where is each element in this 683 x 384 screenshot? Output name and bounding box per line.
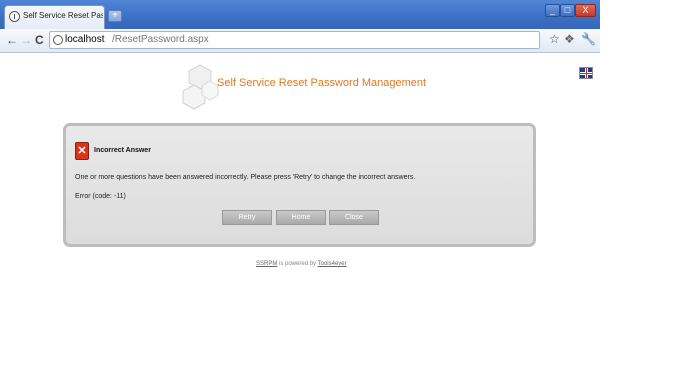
retry-button[interactable]: Retry [222, 210, 272, 225]
new-tab-button[interactable]: + [108, 10, 122, 22]
close-window-button[interactable]: X [575, 4, 596, 17]
page-icon [53, 35, 63, 45]
browser-tab[interactable]: Self Service Reset Password [4, 5, 105, 29]
error-icon: ✕ [75, 142, 89, 160]
tools4ever-link[interactable]: Tools4ever [318, 261, 347, 267]
logo-icon [182, 64, 219, 110]
forward-arrow-icon[interactable]: → [20, 33, 32, 47]
tab-title: Self Service Reset Password [23, 11, 103, 20]
reload-icon[interactable]: C [35, 33, 44, 47]
browser-window: Self Service Reset Password + _ □ X ← → … [0, 0, 600, 384]
address-bar[interactable]: localhost /ResetPassword.aspx [49, 31, 540, 49]
dialog-message: One or more questions have been answered… [75, 174, 416, 181]
minimize-button[interactable]: _ [545, 4, 560, 17]
close-button[interactable]: Close [329, 210, 379, 225]
maximize-button[interactable]: □ [560, 4, 575, 17]
address-path: /ResetPassword.aspx [112, 34, 209, 45]
footer: SSRPM is powered by Tools4ever [256, 261, 347, 267]
page-content: Self Service Reset Password Management ✕… [0, 53, 600, 384]
home-button[interactable]: Home [276, 210, 326, 225]
address-host: localhost [65, 34, 105, 45]
dialog-title: Incorrect Answer [94, 147, 151, 154]
page-icon [9, 11, 20, 22]
title-bar: Self Service Reset Password + _ □ X [0, 0, 600, 29]
footer-text: is powered by [277, 261, 318, 267]
ssrpm-link[interactable]: SSRPM [256, 261, 277, 267]
wrench-icon[interactable]: 🔧 [581, 32, 596, 46]
browser-toolbar: ← → C localhost /ResetPassword.aspx ☆ ❖ … [0, 29, 600, 53]
page-menu-icon[interactable]: ❖ [564, 32, 575, 46]
star-icon[interactable]: ☆ [549, 32, 560, 46]
error-code: Error (code: -11) [75, 193, 126, 200]
error-dialog: ✕ Incorrect Answer One or more questions… [63, 123, 536, 247]
uk-flag-icon[interactable] [579, 67, 593, 79]
logo-title: Self Service Reset Password Management [217, 77, 427, 89]
back-arrow-icon[interactable]: ← [6, 33, 18, 47]
